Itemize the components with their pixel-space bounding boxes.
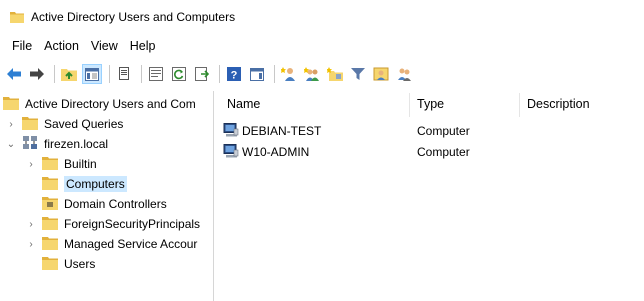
tree-label: Domain Controllers bbox=[64, 197, 167, 211]
help-icon[interactable]: ? bbox=[224, 64, 244, 84]
column-header-name[interactable]: Name bbox=[227, 97, 260, 111]
column-header-description[interactable]: Description bbox=[527, 97, 590, 111]
toolbar: ? bbox=[0, 60, 644, 88]
name-cell: W10-ADMIN bbox=[223, 143, 310, 161]
type-cell: Computer bbox=[417, 145, 470, 159]
tree-item-builtin[interactable]: › Builtin bbox=[25, 154, 97, 174]
filter-icon[interactable] bbox=[348, 64, 368, 84]
tree-label: Managed Service Accour bbox=[64, 237, 198, 251]
title-bar: Active Directory Users and Computers bbox=[0, 0, 644, 34]
chevron-right-icon[interactable]: › bbox=[25, 218, 37, 230]
tree-item-computers[interactable]: Computers bbox=[42, 174, 127, 194]
type-cell: Computer bbox=[417, 124, 470, 138]
tree-item-managed-service-accounts[interactable]: › Managed Service Accour bbox=[25, 234, 197, 254]
folder-icon bbox=[42, 156, 58, 173]
menu-file[interactable]: File bbox=[6, 39, 38, 53]
folder-app-icon bbox=[10, 11, 24, 23]
export-list-icon[interactable] bbox=[192, 64, 212, 84]
column-divider[interactable] bbox=[409, 93, 410, 117]
computer-icon bbox=[223, 122, 239, 140]
ou-folder-icon bbox=[42, 196, 58, 213]
new-ou-icon[interactable] bbox=[325, 64, 345, 84]
svg-text:?: ? bbox=[231, 70, 238, 82]
new-group-icon[interactable] bbox=[302, 64, 322, 84]
add-to-group-icon[interactable] bbox=[371, 64, 391, 84]
back-arrow-icon[interactable] bbox=[4, 64, 24, 84]
forward-arrow-icon[interactable] bbox=[27, 64, 47, 84]
tree-label: Saved Queries bbox=[44, 117, 124, 131]
window-title: Active Directory Users and Computers bbox=[31, 10, 236, 24]
tree-item-domain-controllers[interactable]: Domain Controllers bbox=[42, 194, 167, 214]
console-tree: Active Directory Users and Com › Saved Q… bbox=[0, 91, 214, 301]
folder-icon bbox=[22, 116, 38, 133]
tree-label: Users bbox=[64, 257, 96, 271]
action-pane-icon[interactable] bbox=[247, 64, 267, 84]
tree-item-saved-queries[interactable]: › Saved Queries bbox=[5, 114, 123, 134]
new-user-icon[interactable] bbox=[279, 64, 299, 84]
tree-label: ForeignSecurityPrincipals bbox=[64, 217, 201, 231]
tree-label: Computers bbox=[64, 176, 127, 192]
computer-name: W10-ADMIN bbox=[242, 145, 310, 159]
menu-bar: File Action View Help bbox=[0, 34, 644, 58]
folder-icon bbox=[42, 176, 58, 193]
up-folder-icon[interactable] bbox=[59, 64, 79, 84]
toolbar-separator bbox=[54, 65, 55, 83]
chevron-right-icon[interactable]: › bbox=[25, 158, 37, 170]
folder-icon bbox=[3, 96, 19, 113]
menu-view[interactable]: View bbox=[85, 39, 124, 53]
name-cell: DEBIAN-TEST bbox=[223, 122, 322, 140]
chevron-down-icon[interactable]: ⌄ bbox=[5, 138, 17, 150]
column-divider[interactable] bbox=[519, 93, 520, 117]
column-header-type[interactable]: Type bbox=[417, 97, 444, 111]
toolbar-separator bbox=[274, 65, 275, 83]
tree-label: firezen.local bbox=[44, 137, 109, 151]
computer-icon bbox=[223, 143, 239, 161]
tree-item-users[interactable]: Users bbox=[42, 254, 95, 274]
folder-icon bbox=[42, 256, 58, 273]
menu-help[interactable]: Help bbox=[124, 39, 162, 53]
details-pane: Name Type Description DEBIAN-TEST Comput… bbox=[219, 91, 644, 301]
toolbar-separator bbox=[109, 65, 110, 83]
properties-icon[interactable] bbox=[146, 64, 166, 84]
chevron-right-icon[interactable]: › bbox=[5, 118, 17, 130]
tree-item-foreign-security-principals[interactable]: › ForeignSecurityPrincipals bbox=[25, 214, 200, 234]
tree-label-root: Active Directory Users and Com bbox=[25, 97, 196, 111]
tree-item-root[interactable]: Active Directory Users and Com bbox=[3, 94, 196, 114]
delegate-control-icon[interactable] bbox=[394, 64, 414, 84]
list-item[interactable]: W10-ADMIN Computer bbox=[219, 142, 644, 162]
menu-action[interactable]: Action bbox=[38, 39, 85, 53]
show-hide-console-tree-icon[interactable] bbox=[82, 64, 102, 84]
tree-label: Builtin bbox=[64, 157, 97, 171]
tree-item-domain[interactable]: ⌄ firezen.local bbox=[5, 134, 108, 154]
folder-icon bbox=[42, 236, 58, 253]
toolbar-separator bbox=[219, 65, 220, 83]
folder-icon bbox=[42, 216, 58, 233]
domain-icon bbox=[22, 135, 38, 153]
list-item[interactable]: DEBIAN-TEST Computer bbox=[219, 121, 644, 141]
computer-name: DEBIAN-TEST bbox=[242, 124, 322, 138]
chevron-right-icon[interactable]: › bbox=[25, 238, 37, 250]
refresh-icon[interactable] bbox=[169, 64, 189, 84]
toolbar-separator bbox=[141, 65, 142, 83]
copy-icon[interactable] bbox=[114, 64, 134, 84]
